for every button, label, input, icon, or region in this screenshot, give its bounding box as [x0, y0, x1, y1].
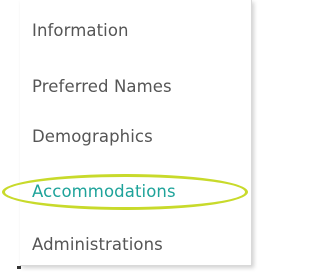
- menu-item-demographics[interactable]: Demographics: [32, 126, 153, 148]
- menu-item-information[interactable]: Information: [32, 20, 129, 42]
- menu-item-administrations[interactable]: Administrations: [32, 234, 163, 256]
- menu-item-accommodations[interactable]: Accommodations: [32, 181, 176, 203]
- side-menu: Information Preferred Names Demographics…: [20, 0, 252, 266]
- corner-mark: [17, 266, 21, 269]
- menu-item-preferred-names[interactable]: Preferred Names: [32, 76, 172, 98]
